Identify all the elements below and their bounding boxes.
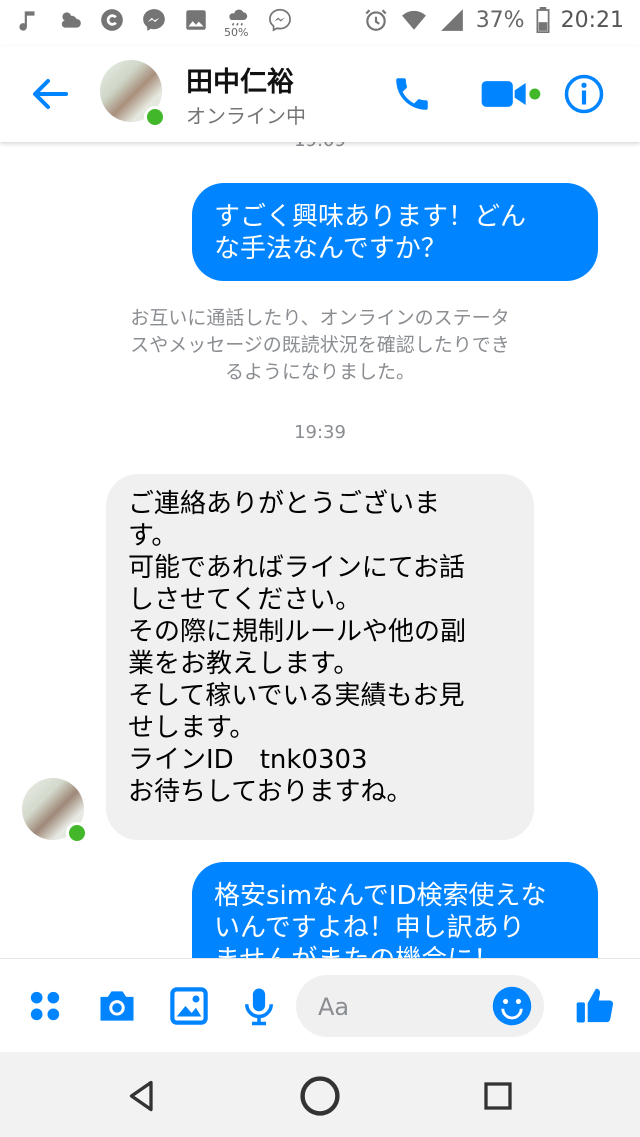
messenger-outline-icon xyxy=(266,6,294,34)
camera-button[interactable] xyxy=(92,981,142,1031)
voice-message-button[interactable] xyxy=(234,981,284,1031)
back-arrow-icon xyxy=(33,79,68,109)
timestamp: 19:39 xyxy=(294,422,346,443)
messenger-icon xyxy=(140,6,168,34)
music-note-icon xyxy=(14,6,42,34)
outgoing-message[interactable]: すごく興味あります！どん な手法なんですか？ xyxy=(192,183,598,281)
online-indicator xyxy=(66,822,88,844)
microphone-icon xyxy=(245,988,273,1026)
system-notice: お互いに通話したり、オンラインのステータ スやメッセージの既読状況を確認したりで… xyxy=(100,305,540,386)
clock: 20:21 xyxy=(560,7,624,33)
message-line: しさせてください。 xyxy=(128,585,362,615)
like-button[interactable] xyxy=(570,981,620,1031)
four-dots-icon xyxy=(30,991,60,1021)
message-line: 格安simなんでID検索使えな xyxy=(214,881,547,911)
message-line: お待ちしておりますね。 xyxy=(128,777,413,807)
message-line: その際に規制ルールや他の副 xyxy=(128,617,467,647)
notice-line: お互いに通話したり、オンラインのステータ xyxy=(130,307,510,329)
battery-icon xyxy=(535,6,551,34)
signal-icon xyxy=(438,6,466,34)
phone-icon xyxy=(396,78,428,110)
info-button[interactable] xyxy=(560,70,608,118)
info-icon xyxy=(564,74,604,114)
notice-line: るようになりました。 xyxy=(224,361,415,383)
voice-call-button[interactable] xyxy=(388,70,436,118)
message-input-box[interactable] xyxy=(296,975,544,1037)
incoming-message[interactable]: ご連絡ありがとうございま す。 可能であればラインにてお話 しさせてください。 … xyxy=(106,474,534,840)
rain-chance-text: 50% xyxy=(224,26,249,39)
wifi-icon xyxy=(400,6,428,34)
more-actions-button[interactable] xyxy=(20,981,70,1031)
alarm-icon xyxy=(362,6,390,34)
sender-avatar[interactable] xyxy=(22,778,88,844)
message-composer xyxy=(0,958,640,1053)
message-line: ラインID tnk0303 xyxy=(128,745,368,775)
weather-cloudy-icon xyxy=(56,6,84,34)
status-bar: 50% 37% 20:21 xyxy=(0,0,640,46)
back-button[interactable] xyxy=(26,70,74,118)
notice-line: スやメッセージの既読状況を確認したりでき xyxy=(130,334,510,356)
thumbs-up-icon xyxy=(576,988,614,1023)
system-nav-bar xyxy=(0,1052,640,1137)
square-recents-icon xyxy=(484,1082,512,1110)
conversation-header: 田中仁裕 オンライン中 xyxy=(0,46,640,142)
triangle-back-icon xyxy=(129,1080,153,1112)
gallery-button[interactable] xyxy=(164,981,214,1031)
online-indicator xyxy=(144,106,166,128)
message-line: いんですよね！申し訳あり xyxy=(214,913,525,943)
rain-chance-icon: 50% xyxy=(224,6,252,39)
circle-home-icon xyxy=(300,1076,340,1116)
smiley-icon xyxy=(492,986,532,1026)
video-call-button[interactable] xyxy=(476,70,546,118)
message-line: すごく興味あります！どん xyxy=(214,202,527,232)
message-line: せします。 xyxy=(128,713,256,743)
message-line: 可能であればラインにてお話 xyxy=(128,553,465,583)
nav-back-button[interactable] xyxy=(118,1072,166,1120)
message-input[interactable] xyxy=(316,989,480,1025)
emoji-button[interactable] xyxy=(490,984,534,1028)
image-icon xyxy=(170,987,208,1025)
message-line: す。 xyxy=(128,521,178,551)
c-app-icon xyxy=(98,6,126,34)
contact-name[interactable]: 田中仁裕 xyxy=(186,60,294,99)
camera-icon xyxy=(100,991,134,1021)
nav-home-button[interactable] xyxy=(296,1072,344,1120)
message-line: そして稼いでいる実績もお見 xyxy=(128,681,465,711)
message-line: な手法なんですか？ xyxy=(214,234,447,264)
video-camera-icon xyxy=(481,81,541,107)
nav-recents-button[interactable] xyxy=(474,1072,522,1120)
message-line: ご連絡ありがとうございま xyxy=(128,489,441,519)
contact-avatar[interactable] xyxy=(100,60,166,128)
image-icon xyxy=(182,6,210,34)
battery-percent: 37% xyxy=(475,7,525,33)
message-line: 業をお教えします。 xyxy=(128,649,360,679)
contact-status: オンライン中 xyxy=(186,104,306,128)
